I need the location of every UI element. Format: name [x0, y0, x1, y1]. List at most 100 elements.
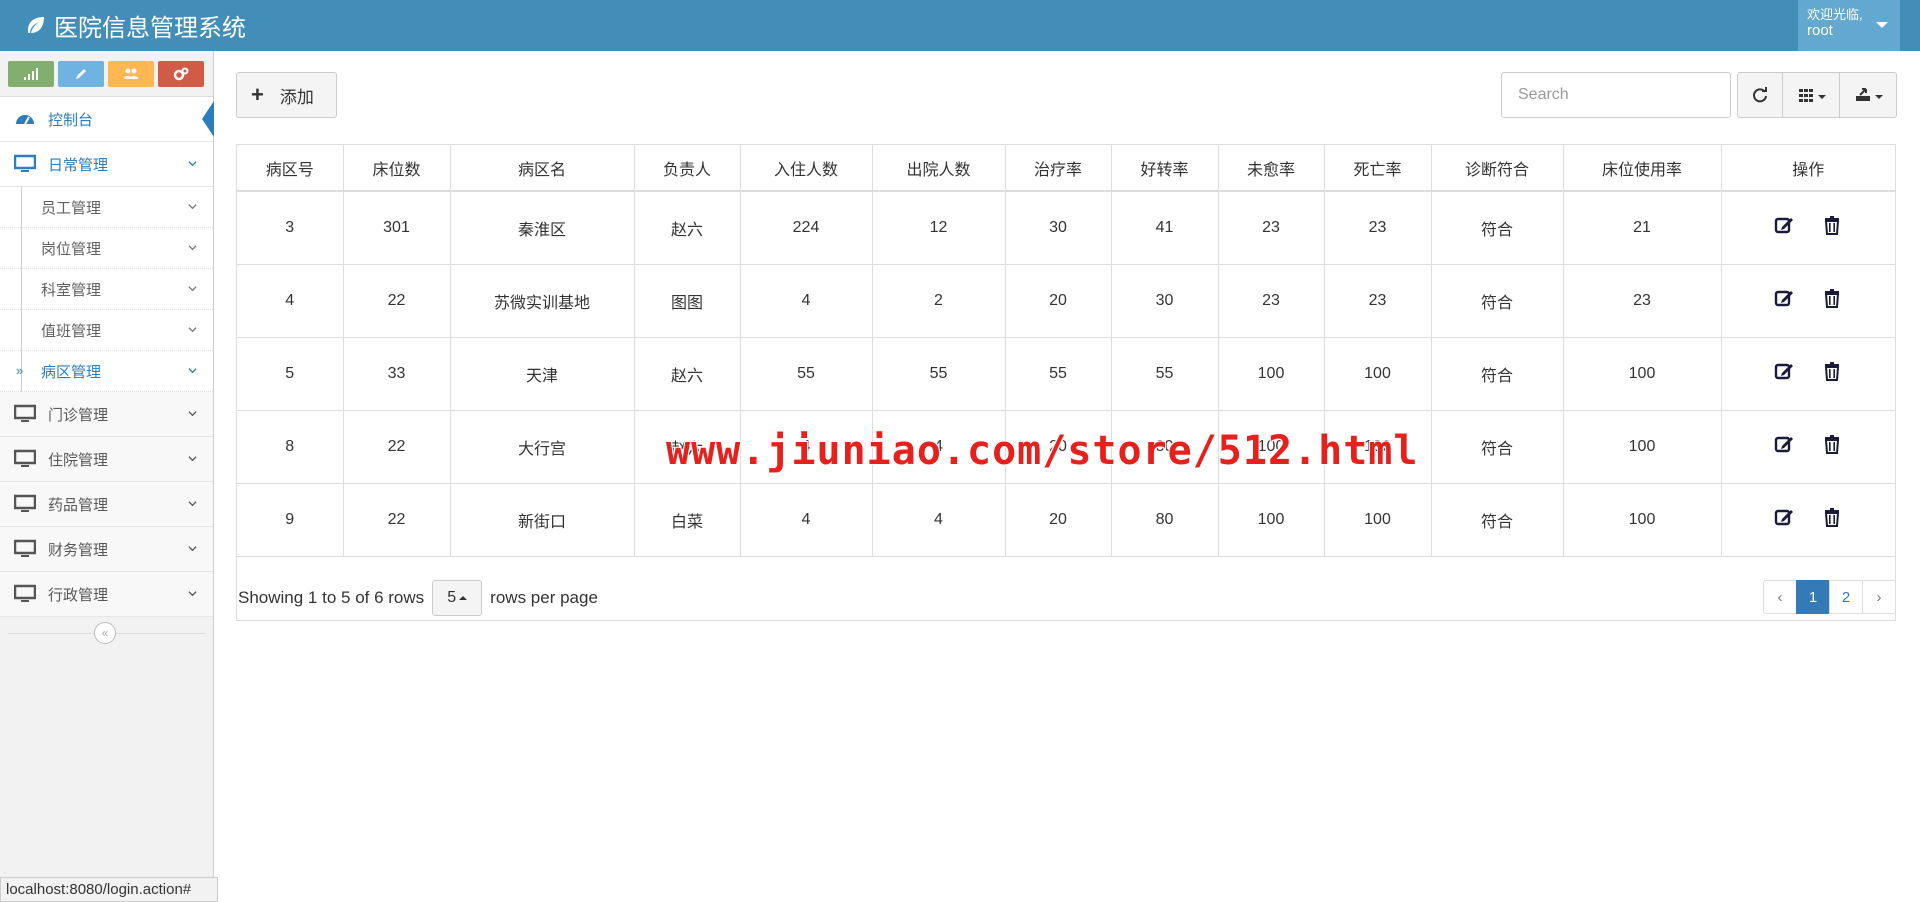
page-2-button[interactable]: 2	[1829, 580, 1863, 614]
page-next-button[interactable]: ›	[1862, 580, 1896, 614]
sidebar-subitem-duty[interactable]: 值班管理	[0, 310, 213, 351]
sidebar-subitem-label: 值班管理	[41, 322, 102, 340]
edit-icon[interactable]	[1773, 506, 1795, 528]
table-row: 3 301 秦淮区 赵六 224 12 30 41 23 23 符合 21	[237, 191, 1895, 265]
actions-cell	[1721, 483, 1895, 557]
edit-icon[interactable]	[1773, 287, 1795, 309]
shortcut-settings-button[interactable]	[158, 61, 204, 87]
users-icon	[124, 68, 138, 79]
table-cell: 符合	[1431, 337, 1564, 411]
trash-icon[interactable]	[1821, 506, 1843, 528]
column-header[interactable]: 好转率	[1111, 145, 1219, 192]
page-1-button[interactable]: 1	[1796, 580, 1830, 614]
sidebar-subitem-label: 病区管理	[41, 363, 102, 381]
shortcut-stats-button[interactable]	[8, 61, 54, 87]
chevron-down-icon	[188, 286, 197, 292]
tachometer-icon	[16, 115, 34, 125]
sidebar-item-outpatient[interactable]: 门诊管理	[0, 392, 213, 437]
table-cell: 2	[872, 264, 1006, 338]
leaf-icon	[28, 16, 44, 33]
add-button[interactable]: + 添加	[236, 72, 337, 118]
column-header[interactable]: 负责人	[634, 145, 741, 192]
chevron-down-icon	[188, 368, 197, 374]
column-header[interactable]: 病区名	[450, 145, 635, 192]
sidebar-subitem-label: 科室管理	[41, 281, 102, 299]
table-cell: 12	[872, 191, 1006, 265]
table-cell: 100	[1563, 483, 1722, 557]
sidebar-item-pharmacy[interactable]: 药品管理	[0, 482, 213, 527]
actions-cell	[1721, 410, 1895, 484]
table-row: 9 22 新街口 白菜 4 4 20 80 100 100 符合 100	[237, 483, 1895, 557]
trash-icon[interactable]	[1821, 360, 1843, 382]
columns-button[interactable]	[1783, 72, 1840, 118]
column-header[interactable]: 诊断符合	[1431, 145, 1564, 192]
edit-icon[interactable]	[1773, 433, 1795, 455]
table-header-row: 病区号 床位数 病区名 负责人 入住人数 出院人数 治疗率 好转率 未愈率 死亡…	[237, 145, 1895, 192]
trash-icon[interactable]	[1821, 287, 1843, 309]
pagination: ‹ 1 2 ›	[1763, 580, 1896, 614]
brand[interactable]: 医院信息管理系统	[24, 8, 246, 43]
table-cell: 41	[1111, 191, 1219, 265]
sidebar-subitem-departments[interactable]: 科室管理	[0, 269, 213, 310]
caret-down-icon	[1876, 22, 1888, 28]
table-cell: 301	[343, 191, 451, 265]
sidebar-subitem-label: 员工管理	[41, 199, 102, 217]
actions-cell	[1721, 191, 1895, 265]
table-cell: 9	[237, 483, 344, 557]
chevron-down-icon	[188, 161, 197, 167]
shortcut-edit-button[interactable]	[58, 61, 104, 87]
column-header[interactable]: 入住人数	[740, 145, 873, 192]
column-header[interactable]: 床位使用率	[1563, 145, 1722, 192]
column-header[interactable]: 床位数	[343, 145, 451, 192]
trash-icon[interactable]	[1821, 214, 1843, 236]
shortcut-users-button[interactable]	[108, 61, 154, 87]
edit-icon[interactable]	[1773, 214, 1795, 236]
trash-icon[interactable]	[1821, 433, 1843, 455]
page-size-dropdown[interactable]: 5	[432, 580, 483, 616]
sidebar-item-inpatient[interactable]: 住院管理	[0, 437, 213, 482]
sidebar-collapse-button[interactable]: «	[94, 622, 116, 644]
table-cell: 白菜	[634, 483, 741, 557]
showing-text: Showing 1 to 5 of 6 rows	[238, 588, 425, 607]
chevron-down-icon	[188, 245, 197, 251]
sidebar-shortcuts	[0, 51, 213, 97]
export-button[interactable]	[1840, 72, 1897, 118]
sidebar-subitem-wards[interactable]: » 病区管理	[0, 351, 213, 392]
table-cell: 100	[1218, 337, 1325, 411]
column-header: 操作	[1721, 145, 1895, 192]
plus-icon: +	[251, 82, 264, 107]
table-cell: 新街口	[450, 483, 635, 557]
column-header[interactable]: 死亡率	[1324, 145, 1432, 192]
table-row: 5 33 天津 赵六 55 55 55 55 100 100 符合 100	[237, 337, 1895, 411]
column-header[interactable]: 治疗率	[1005, 145, 1112, 192]
sidebar-item-label: 财务管理	[48, 541, 109, 559]
sidebar-subitem-positions[interactable]: 岗位管理	[0, 228, 213, 269]
table-cell: 20	[1005, 264, 1112, 338]
chevron-down-icon	[188, 327, 197, 333]
table-cell: 4	[872, 483, 1006, 557]
column-header[interactable]: 出院人数	[872, 145, 1006, 192]
search-input[interactable]	[1501, 72, 1731, 118]
table-cell: 20	[1005, 483, 1112, 557]
table-cell: 赵六	[634, 191, 741, 265]
sidebar-item-admin[interactable]: 行政管理	[0, 572, 213, 617]
table-cell: 55	[740, 337, 873, 411]
refresh-button[interactable]	[1737, 72, 1783, 118]
column-header[interactable]: 未愈率	[1218, 145, 1325, 192]
sidebar-subitem-staff[interactable]: 员工管理	[0, 187, 213, 228]
user-menu[interactable]: 欢迎光临, root	[1798, 0, 1900, 51]
sidebar-item-label: 药品管理	[48, 496, 109, 514]
chevron-down-icon	[188, 546, 197, 552]
sidebar-item-daily[interactable]: 日常管理	[0, 142, 213, 187]
page-prev-button[interactable]: ‹	[1763, 580, 1797, 614]
table-cell: 55	[1111, 337, 1219, 411]
sidebar-item-dashboard[interactable]: 控制台	[0, 97, 214, 142]
table-cell: 符合	[1431, 191, 1564, 265]
table-cell: 3	[237, 191, 344, 265]
rows-per-page-text: rows per page	[490, 588, 598, 607]
edit-icon[interactable]	[1773, 360, 1795, 382]
sidebar-item-finance[interactable]: 财务管理	[0, 527, 213, 572]
sidebar: 控制台 日常管理 员工管理 岗位管理 科室管理 值班管理 » 病区管理 门诊管理…	[0, 51, 214, 902]
column-header[interactable]: 病区号	[237, 145, 344, 192]
table-cell: 100	[1218, 483, 1325, 557]
